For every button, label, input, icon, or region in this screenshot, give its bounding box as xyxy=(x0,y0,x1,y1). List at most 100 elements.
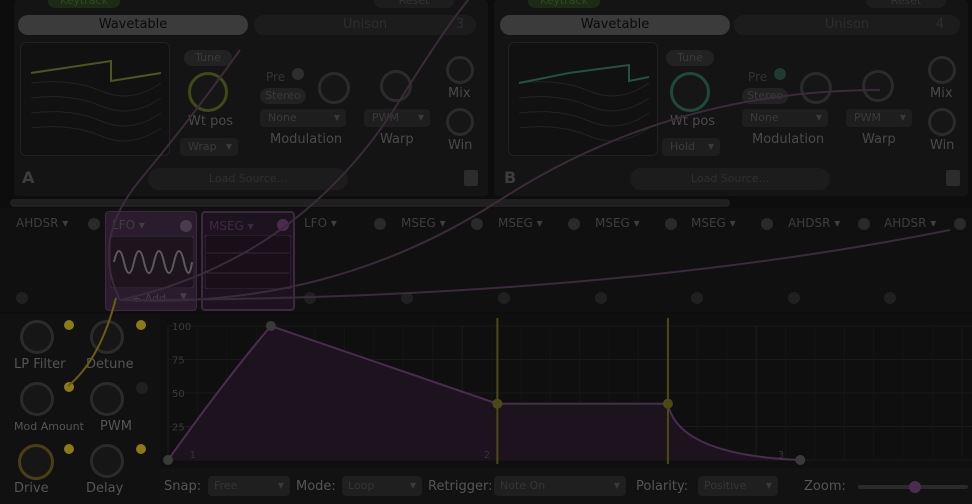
pre-toggle-b[interactable] xyxy=(774,68,786,80)
stereo-toggle-b[interactable]: Stereo xyxy=(742,88,788,104)
detune-mod-dot[interactable] xyxy=(136,320,146,330)
reset-button-a[interactable]: Reset xyxy=(374,0,454,8)
modulator-output-dot[interactable] xyxy=(691,292,703,304)
lp-filter-knob[interactable] xyxy=(20,320,54,354)
modulator-name[interactable]: LFO xyxy=(304,216,337,230)
trash-icon-a[interactable] xyxy=(464,170,478,186)
mseg-node[interactable] xyxy=(662,398,673,409)
delay-mod-dot[interactable] xyxy=(136,444,146,454)
mseg-graph[interactable]: 100 75 50 25 1 2 3 xyxy=(160,314,972,468)
modulator-enable-dot[interactable] xyxy=(858,218,870,230)
mseg-node[interactable] xyxy=(265,321,276,331)
wrap-select-b[interactable]: Hold xyxy=(662,138,720,156)
modulator-enable-dot[interactable] xyxy=(568,218,580,230)
modulator-enable-dot[interactable] xyxy=(665,218,677,230)
tab-unison-b[interactable]: Unison 4 xyxy=(734,15,960,35)
modulator-slot-4[interactable]: LFO xyxy=(300,210,395,310)
warp-knob-b[interactable] xyxy=(862,70,894,102)
modulator-slot-7[interactable]: MSEG xyxy=(591,210,686,310)
stereo-toggle-a[interactable]: Stereo xyxy=(260,88,306,104)
modulator-slot-1[interactable]: AHDSR xyxy=(12,210,107,310)
modulator-slot-3-active[interactable]: MSEG xyxy=(201,211,295,311)
modulator-output-dot[interactable] xyxy=(788,292,800,304)
mode-select[interactable]: Loop xyxy=(342,476,422,496)
modulator-enable-dot[interactable] xyxy=(761,218,773,230)
retrigger-select[interactable]: Note On xyxy=(494,476,626,496)
modulator-output-dot[interactable] xyxy=(595,292,607,304)
modulator-name[interactable]: AHDSR xyxy=(884,216,936,230)
pwm-mod-dot[interactable] xyxy=(136,382,148,394)
lp-filter-mod-dot[interactable] xyxy=(64,320,74,330)
modulator-enable-dot[interactable] xyxy=(88,218,100,230)
win-knob-a[interactable] xyxy=(446,108,474,136)
modulator-enable-dot[interactable] xyxy=(180,220,192,232)
keytrack-toggle-a[interactable]: Keytrack xyxy=(48,0,120,8)
trash-icon-b[interactable] xyxy=(946,170,960,186)
warp-select-b[interactable]: PWM xyxy=(846,109,912,127)
keytrack-toggle-b[interactable]: Keytrack xyxy=(528,0,600,8)
load-source-button-a[interactable]: Load Source... xyxy=(148,168,348,190)
tab-unison-a[interactable]: Unison 3 xyxy=(254,15,476,35)
modulator-name[interactable]: MSEG xyxy=(498,216,543,230)
add-button[interactable]: + Add xyxy=(132,292,166,305)
tab-wavetable-a[interactable]: Wavetable xyxy=(18,15,248,35)
warp-knob-a[interactable] xyxy=(380,70,412,102)
modulator-name[interactable]: MSEG xyxy=(209,219,254,233)
polarity-select[interactable]: Positive xyxy=(698,476,778,496)
drive-knob[interactable] xyxy=(18,444,54,480)
modulation-select-a[interactable]: None xyxy=(260,109,346,127)
mseg-node[interactable] xyxy=(795,455,806,465)
modulator-name[interactable]: AHDSR xyxy=(788,216,840,230)
modulation-select-b[interactable]: None xyxy=(742,109,828,127)
modulator-slot-6[interactable]: MSEG xyxy=(494,210,589,310)
modulator-slot-10[interactable]: AHDSR xyxy=(880,210,972,310)
modulator-slot-2-selected[interactable]: LFO + Add ▼ xyxy=(105,211,197,311)
mod-amount-knob[interactable] xyxy=(20,382,54,416)
detune-knob[interactable] xyxy=(90,320,124,354)
modulator-slot-5[interactable]: MSEG xyxy=(397,210,492,310)
wt-pos-knob-a[interactable] xyxy=(188,72,228,112)
mseg-node[interactable] xyxy=(492,398,503,409)
snap-select[interactable]: Free xyxy=(208,476,290,496)
x-tick-label: 1 xyxy=(190,450,196,461)
wavetable-display-a[interactable] xyxy=(20,42,170,156)
pwm-knob[interactable] xyxy=(90,382,124,416)
warp-select-a[interactable]: PWM xyxy=(364,109,430,127)
mseg-node[interactable] xyxy=(163,455,173,465)
modulator-name[interactable]: LFO xyxy=(112,218,145,232)
mod-amount-mod-dot[interactable] xyxy=(64,382,74,392)
chevron-down-icon[interactable]: ▼ xyxy=(180,292,187,302)
horizontal-scrollbar[interactable] xyxy=(10,199,730,207)
modulator-output-dot[interactable] xyxy=(401,292,413,304)
modulator-name[interactable]: MSEG xyxy=(691,216,736,230)
modulator-output-dot[interactable] xyxy=(16,292,28,304)
modulator-slot-9[interactable]: AHDSR xyxy=(784,210,879,310)
wrap-select-a[interactable]: Wrap xyxy=(180,138,238,156)
pre-toggle-a[interactable] xyxy=(292,68,304,80)
modulator-name[interactable]: AHDSR xyxy=(16,216,68,230)
modulator-name[interactable]: MSEG xyxy=(595,216,640,230)
delay-knob[interactable] xyxy=(90,444,124,478)
mseg-editor[interactable]: 100 75 50 25 1 2 3 xyxy=(160,314,972,468)
modulator-enable-dot[interactable] xyxy=(954,218,966,230)
reset-button-b[interactable]: Reset xyxy=(866,0,946,8)
modulator-output-dot[interactable] xyxy=(884,292,896,304)
drive-mod-dot[interactable] xyxy=(64,444,74,454)
modulator-enable-dot[interactable] xyxy=(374,218,386,230)
modulation-knob-b[interactable] xyxy=(800,72,832,104)
mix-knob-a[interactable] xyxy=(446,56,474,84)
wt-pos-knob-b[interactable] xyxy=(670,72,710,112)
modulator-enable-dot[interactable] xyxy=(471,218,483,230)
modulator-enable-dot[interactable] xyxy=(277,219,289,231)
modulation-knob-a[interactable] xyxy=(318,72,350,104)
modulator-output-dot[interactable] xyxy=(498,292,510,304)
wavetable-display-b[interactable] xyxy=(508,42,658,156)
lfo-preview xyxy=(110,236,194,288)
modulator-slot-8[interactable]: MSEG xyxy=(687,210,782,310)
mix-knob-b[interactable] xyxy=(928,56,956,84)
modulator-output-dot[interactable] xyxy=(304,292,316,304)
win-knob-b[interactable] xyxy=(928,108,956,136)
load-source-button-b[interactable]: Load Source... xyxy=(630,168,830,190)
modulator-name[interactable]: MSEG xyxy=(401,216,446,230)
tab-wavetable-b[interactable]: Wavetable xyxy=(500,15,730,35)
